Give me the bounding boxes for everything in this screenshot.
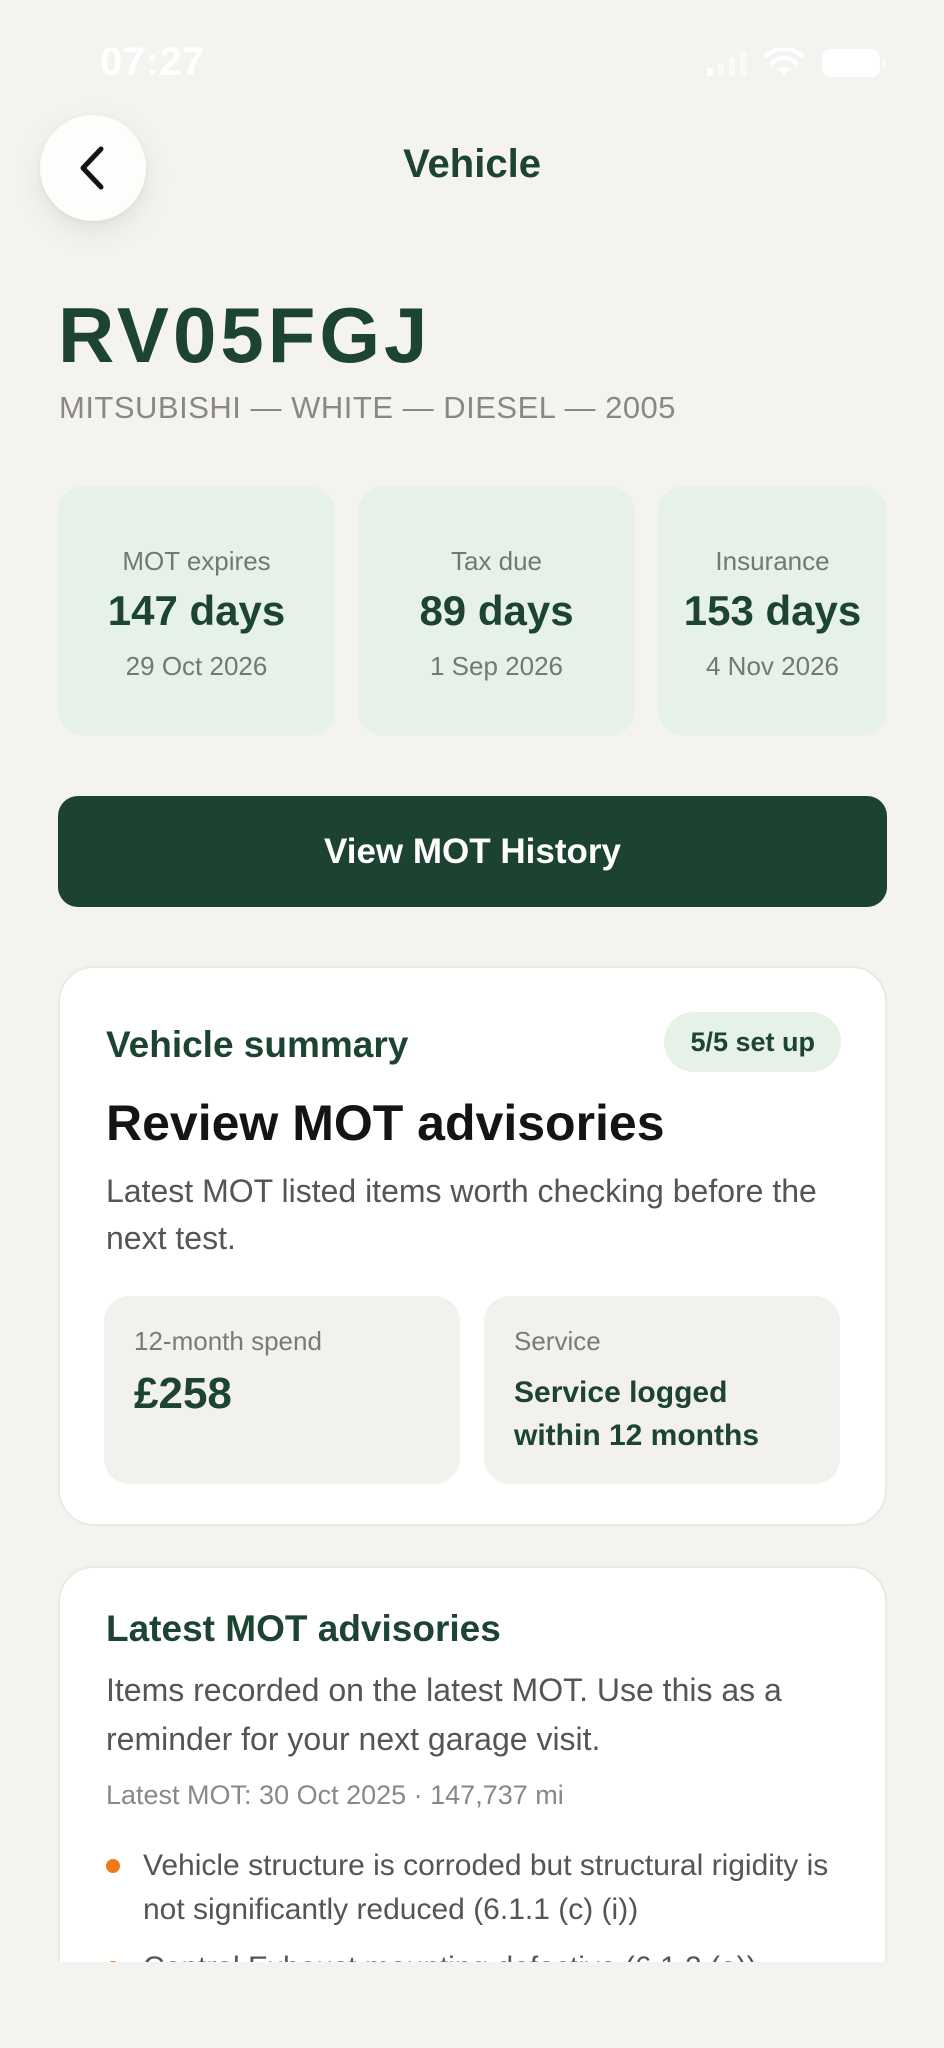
- service-value: Service logged within 12 months: [514, 1376, 760, 1452]
- latest-mot-meta: Latest MOT: 30 Oct 2025 · 147,737 mi: [106, 1780, 564, 1810]
- spend-label: 12-month spend: [134, 1326, 322, 1356]
- stat-date: 1 Sep 2026: [429, 651, 563, 681]
- bullet-dot-icon: [106, 1859, 120, 1873]
- service-tile[interactable]: Service Service logged within 12 months: [484, 1296, 840, 1484]
- vehicle-summary-card: Vehicle summary 5/5 set up Review MOT ad…: [58, 966, 887, 1526]
- stat-date: 29 Oct 2026: [125, 651, 268, 681]
- advisory-text: Vehicle structure is corroded but struct…: [143, 1849, 829, 1926]
- signal-icon: [707, 50, 746, 76]
- stat-value: 147 days: [107, 587, 286, 634]
- vehicle-meta: MITSUBISHI — WHITE — DIESEL — 2005: [59, 390, 677, 425]
- summary-text: Latest MOT listed items worth checking b…: [106, 1173, 817, 1256]
- service-label: Service: [514, 1326, 601, 1356]
- status-time: 07:27: [100, 40, 205, 84]
- stat-label: Insurance: [715, 546, 830, 576]
- advisory-item: Vehicle structure is corroded but struct…: [106, 1844, 866, 1932]
- scroll-fade: [0, 1962, 944, 2048]
- registration-plate: RV05FGJ: [58, 291, 432, 379]
- tax-due-tile[interactable]: Tax due 89 days 1 Sep 2026: [358, 486, 635, 736]
- stat-value: 89 days: [419, 587, 574, 634]
- spend-tile[interactable]: 12-month spend £258: [104, 1296, 460, 1484]
- wifi-icon: [764, 48, 804, 76]
- card-heading: Vehicle summary: [106, 1024, 409, 1065]
- vehicle-screen: 07:27 Vehicle RV05FGJ MITSUBISHI — WHITE…: [0, 0, 944, 2048]
- advisories-description: Items recorded on the latest MOT. Use th…: [106, 1672, 782, 1757]
- stat-label: Tax due: [450, 546, 543, 576]
- insurance-tile[interactable]: Insurance 153 days 4 Nov 2026: [658, 486, 887, 736]
- stat-label: MOT expires: [122, 546, 271, 576]
- spend-value: £258: [134, 1369, 232, 1418]
- view-mot-history-button[interactable]: View MOT History: [58, 796, 887, 907]
- summary-title: Review MOT advisories: [106, 1095, 665, 1151]
- page-title: Vehicle: [403, 142, 541, 186]
- setup-status-badge: 5/5 set up: [664, 1012, 841, 1072]
- battery-icon: [822, 49, 886, 77]
- mot-expiry-tile[interactable]: MOT expires 147 days 29 Oct 2026: [58, 486, 335, 736]
- status-icons: [707, 48, 886, 78]
- stat-value: 153 days: [683, 587, 862, 634]
- stat-date: 4 Nov 2026: [706, 651, 839, 681]
- status-bar: 07:27: [0, 0, 944, 120]
- card-heading: Latest MOT advisories: [106, 1608, 501, 1649]
